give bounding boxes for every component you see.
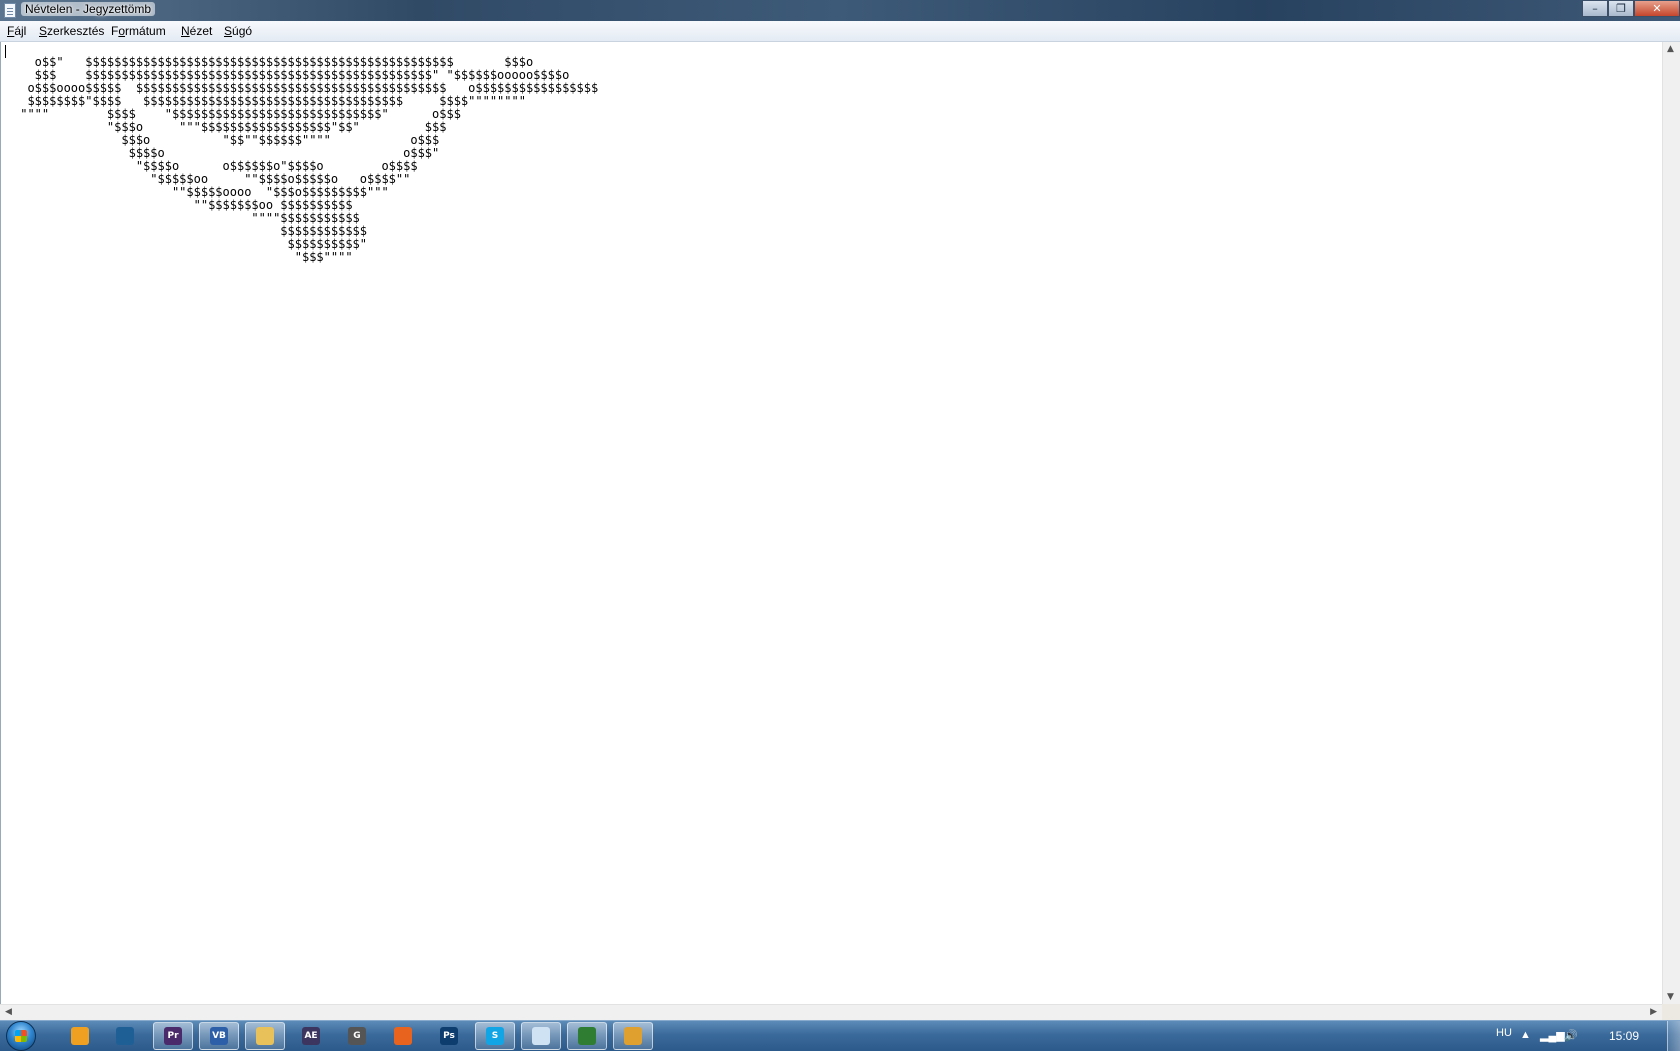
editor-content[interactable]: o$$" $$$$$$$$$$$$$$$$$$$$$$$$$$$$$$$$$$$…: [13, 56, 598, 264]
minimize-button[interactable]: –: [1582, 0, 1608, 17]
taskbar-button-after-effects[interactable]: AE: [291, 1022, 331, 1050]
notepad-doc-icon[interactable]: [4, 3, 16, 18]
window-title: Névtelen - Jegyzettömb: [21, 2, 156, 16]
app-window-icon: [624, 1027, 642, 1045]
start-button[interactable]: [6, 1021, 36, 1051]
menu-bar: Fájl Szerkesztés Formátum Nézet Súgó: [0, 21, 1680, 42]
restore-icon: ❐: [1616, 2, 1626, 15]
scroll-down-icon[interactable]: ▼: [1667, 992, 1674, 1002]
taskbar-button-skype[interactable]: S: [475, 1022, 515, 1050]
title-bar[interactable]: Névtelen - Jegyzettömb – ❐ ✕: [0, 0, 1680, 21]
horizontal-scrollbar[interactable]: ◀ ▶: [0, 1004, 1662, 1020]
taskbar-button-g-app[interactable]: G: [337, 1022, 377, 1050]
scroll-left-icon[interactable]: ◀: [5, 1007, 12, 1017]
minimize-icon: –: [1592, 2, 1598, 15]
taskbar-button-media-player[interactable]: [60, 1022, 100, 1050]
taskbar-button-explorer-folder[interactable]: [245, 1022, 285, 1050]
task-manager-icon: [578, 1027, 596, 1045]
media-player-icon: [71, 1027, 89, 1045]
vb-app-icon: VB: [210, 1027, 228, 1045]
scroll-right-icon[interactable]: ▶: [1650, 1007, 1657, 1017]
scroll-up-icon[interactable]: ▲: [1667, 44, 1674, 54]
clock[interactable]: 15:09: [1609, 1029, 1639, 1043]
taskbar-button-notepad[interactable]: [521, 1022, 561, 1050]
menu-file[interactable]: Fájl: [7, 24, 26, 38]
network-icon[interactable]: ▂▄▆: [1540, 1029, 1565, 1042]
after-effects-icon: AE: [302, 1027, 320, 1045]
close-button[interactable]: ✕: [1634, 0, 1680, 17]
text-caret: [5, 45, 6, 58]
taskbar: Pr VB AE G Ps S HU ▲ ▂▄▆ 🔊 15:09: [0, 1020, 1680, 1051]
globe-app-icon: [116, 1027, 134, 1045]
volume-icon[interactable]: 🔊: [1564, 1029, 1578, 1042]
taskbar-button-firefox[interactable]: [383, 1022, 423, 1050]
show-desktop-button[interactable]: [1667, 1021, 1680, 1051]
taskbar-button-vb-app[interactable]: VB: [199, 1022, 239, 1050]
taskbar-button-globe-app[interactable]: [105, 1022, 145, 1050]
menu-view[interactable]: Nézet: [181, 24, 212, 38]
taskbar-button-app-window[interactable]: [613, 1022, 653, 1050]
scrollbar-corner: [1662, 1004, 1680, 1020]
text-editor[interactable]: o$$" $$$$$$$$$$$$$$$$$$$$$$$$$$$$$$$$$$$…: [0, 42, 1663, 1004]
taskbar-button-photoshop[interactable]: Ps: [429, 1022, 469, 1050]
firefox-icon: [394, 1027, 412, 1045]
maximize-button[interactable]: ❐: [1608, 0, 1634, 17]
show-hidden-icons-icon[interactable]: ▲: [1520, 1029, 1531, 1041]
menu-help[interactable]: Súgó: [224, 24, 252, 38]
language-indicator[interactable]: HU: [1496, 1027, 1512, 1039]
close-icon: ✕: [1652, 2, 1662, 15]
explorer-folder-icon: [256, 1027, 274, 1045]
menu-edit[interactable]: Szerkesztés: [39, 24, 104, 38]
skype-icon: S: [486, 1027, 504, 1045]
notepad-icon: [532, 1027, 550, 1045]
g-app-icon: G: [348, 1027, 366, 1045]
taskbar-button-premiere[interactable]: Pr: [153, 1022, 193, 1050]
premiere-icon: Pr: [164, 1027, 182, 1045]
vertical-scrollbar[interactable]: ▲ ▼: [1662, 42, 1680, 1004]
window-controls: – ❐ ✕: [1582, 0, 1680, 18]
taskbar-button-task-manager[interactable]: [567, 1022, 607, 1050]
menu-format[interactable]: Formátum: [111, 24, 166, 38]
photoshop-icon: Ps: [440, 1027, 458, 1045]
